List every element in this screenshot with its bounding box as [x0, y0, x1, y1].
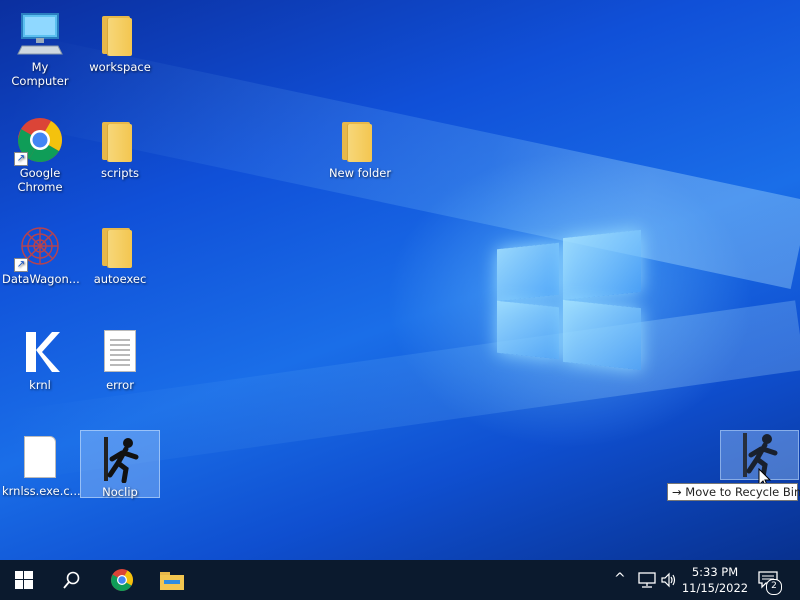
- datawagon-icon: ↗: [14, 222, 64, 272]
- taskbar-chrome-button[interactable]: [98, 560, 146, 600]
- shortcut-arrow-icon: ↗: [14, 152, 28, 166]
- folder-icon: [96, 222, 144, 270]
- chrome-icon: [111, 569, 133, 591]
- network-button[interactable]: [638, 572, 656, 591]
- desktop-icon-noclip[interactable]: Noclip: [80, 430, 160, 499]
- desktop-icon-error[interactable]: error: [80, 324, 160, 392]
- show-hidden-icons-button[interactable]: ^: [614, 571, 626, 587]
- search-button[interactable]: [48, 560, 96, 600]
- volume-button[interactable]: [661, 572, 677, 591]
- desktop-icon-workspace[interactable]: workspace: [80, 6, 160, 74]
- icon-label: krnl: [29, 378, 51, 392]
- folder-icon: [96, 116, 144, 164]
- desktop-icon-krnl[interactable]: krnl: [0, 324, 80, 392]
- notification-count-badge: 2: [766, 579, 782, 595]
- icon-label: workspace: [89, 60, 151, 74]
- file-icon: [16, 434, 64, 482]
- windows-logo-wallpaper: [497, 226, 643, 376]
- action-center-button[interactable]: 2: [758, 571, 782, 595]
- shortcut-arrow-icon: ↗: [14, 258, 28, 272]
- desktop-icon-autoexec[interactable]: autoexec: [80, 218, 160, 286]
- network-icon: [638, 572, 656, 588]
- clock-date: 11/15/2022: [681, 581, 749, 595]
- folder-icon: [96, 10, 144, 58]
- chevron-up-icon: ^: [614, 571, 626, 587]
- file-explorer-icon: [160, 572, 184, 590]
- running-man-icon: [96, 435, 144, 484]
- search-icon: [63, 571, 80, 589]
- chrome-icon: ↗: [14, 116, 64, 166]
- text-document-icon: [96, 328, 144, 376]
- start-button[interactable]: [0, 560, 48, 600]
- krnl-k-icon: [16, 328, 64, 376]
- desktop[interactable]: My Computer ↗ Google Chrome ↗ DataWagon.…: [0, 0, 800, 560]
- taskbar: ^ 5:33 PM 11/15/2022 2: [0, 560, 800, 600]
- clock-time: 5:33 PM: [691, 565, 739, 579]
- desktop-icon-krnlss[interactable]: krnlss.exe.c...: [0, 430, 81, 498]
- icon-label: My Computer: [11, 60, 69, 88]
- icon-label: New folder: [328, 166, 392, 180]
- icon-label: DataWagon...: [2, 272, 80, 286]
- desktop-icon-datawagon[interactable]: ↗ DataWagon...: [0, 218, 80, 286]
- icon-label: krnlss.exe.c...: [2, 484, 81, 498]
- desktop-icon-google-chrome[interactable]: ↗ Google Chrome: [0, 112, 80, 194]
- desktop-icon-my-computer[interactable]: My Computer: [0, 6, 80, 88]
- icon-label: Noclip: [102, 485, 138, 499]
- drag-tooltip-label: Move to Recycle Bin: [685, 485, 800, 499]
- desktop-icon-new-folder[interactable]: New folder: [320, 112, 400, 180]
- icon-label: autoexec: [93, 272, 147, 286]
- windows-start-icon: [15, 571, 33, 589]
- icon-label: Google Chrome: [17, 166, 63, 194]
- desktop-icon-scripts[interactable]: scripts: [80, 112, 160, 180]
- computer-icon: [16, 10, 64, 58]
- clock[interactable]: 5:33 PM 11/15/2022: [680, 564, 750, 596]
- arrow-right-icon: →: [672, 485, 682, 499]
- icon-label: error: [106, 378, 134, 392]
- icon-label: scripts: [100, 166, 140, 180]
- folder-icon: [336, 116, 384, 164]
- drag-tooltip: → Move to Recycle Bin: [667, 483, 800, 501]
- taskbar-file-explorer-button[interactable]: [148, 560, 196, 600]
- speaker-icon: [661, 572, 676, 588]
